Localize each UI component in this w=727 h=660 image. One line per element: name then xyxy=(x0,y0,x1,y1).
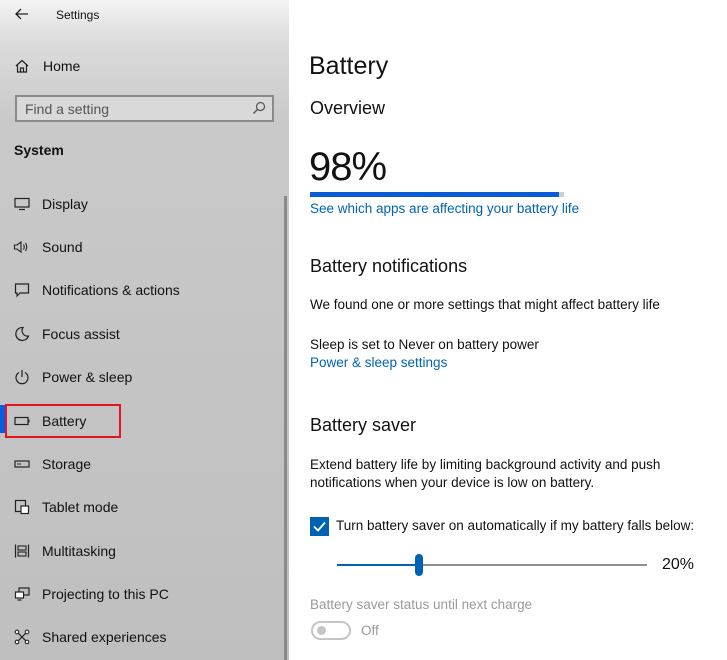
sidebar-item-label: Multitasking xyxy=(42,543,116,559)
sidebar-item-storage[interactable]: Storage xyxy=(0,446,289,482)
battery-saver-status-label: Battery saver status until next charge xyxy=(310,597,533,612)
sidebar-item-label: Tablet mode xyxy=(42,499,119,515)
overview-heading: Overview xyxy=(310,98,386,118)
notifications-message: We found one or more settings that might… xyxy=(310,297,660,312)
shared-experiences-icon xyxy=(13,628,31,646)
sidebar-item-label: Notifications & actions xyxy=(42,282,180,298)
home-icon xyxy=(14,58,30,74)
projecting-icon xyxy=(13,585,31,603)
section-title: System xyxy=(14,142,64,158)
sidebar-item-label: Shared experiences xyxy=(42,629,167,645)
app-title: Settings xyxy=(56,8,100,22)
slider-fill xyxy=(337,564,419,566)
sleep-setting-text: Sleep is set to Never on battery power xyxy=(310,337,539,352)
sidebar-item-shared-experiences[interactable]: Shared experiences xyxy=(0,619,289,655)
storage-icon xyxy=(13,455,31,473)
title-bar: Settings xyxy=(0,0,289,32)
toggle-knob xyxy=(317,626,326,635)
sidebar-scrollbar[interactable] xyxy=(284,196,287,660)
sidebar-item-projecting[interactable]: Projecting to this PC xyxy=(0,576,289,612)
sidebar-item-label: Projecting to this PC xyxy=(42,586,169,602)
battery-saver-threshold-slider[interactable] xyxy=(337,554,649,576)
sidebar-item-power-sleep[interactable]: Power & sleep xyxy=(0,359,289,395)
speaker-icon xyxy=(13,238,31,256)
sidebar-item-focus-assist[interactable]: Focus assist xyxy=(0,316,289,352)
multitasking-icon xyxy=(13,542,31,560)
battery-saver-auto-label: Turn battery saver on automatically if m… xyxy=(336,518,695,533)
battery-saver-description: Extend battery life by limiting backgrou… xyxy=(310,457,661,490)
power-icon xyxy=(13,368,31,386)
sidebar-item-display[interactable]: Display xyxy=(0,186,289,222)
notification-icon xyxy=(13,281,31,299)
sidebar-item-notifications[interactable]: Notifications & actions xyxy=(0,272,289,308)
page-title: Battery xyxy=(309,52,389,80)
checkmark-icon xyxy=(313,521,326,532)
sidebar-item-label: Power & sleep xyxy=(42,369,133,385)
search-box[interactable] xyxy=(15,95,274,122)
sidebar-item-label: Home xyxy=(43,58,81,74)
main-content: Battery Overview 98% See which apps are … xyxy=(289,0,727,660)
back-arrow-icon xyxy=(15,8,28,20)
sidebar-item-tablet-mode[interactable]: Tablet mode xyxy=(0,489,289,525)
battery-notifications-heading: Battery notifications xyxy=(310,256,468,276)
sidebar-item-label: Focus assist xyxy=(42,326,120,342)
back-button[interactable] xyxy=(14,6,30,24)
tablet-mode-icon xyxy=(13,498,31,516)
battery-saver-toggle[interactable] xyxy=(311,621,351,640)
sidebar-item-home[interactable]: Home xyxy=(0,52,289,82)
threshold-value: 20% xyxy=(662,556,695,573)
power-sleep-settings-link[interactable]: Power & sleep settings xyxy=(310,355,447,370)
battery-level-bar xyxy=(310,192,564,197)
sidebar-item-label: Storage xyxy=(42,456,92,472)
search-icon[interactable] xyxy=(251,100,267,116)
sidebar-item-label: Sound xyxy=(42,239,83,255)
moon-icon xyxy=(13,325,31,343)
monitor-icon xyxy=(13,195,31,213)
sidebar-item-multitasking[interactable]: Multitasking xyxy=(0,533,289,569)
search-input[interactable] xyxy=(17,97,242,120)
battery-saver-heading: Battery saver xyxy=(310,415,417,435)
sidebar-item-sound[interactable]: Sound xyxy=(0,229,289,265)
sidebar: Settings Home System Display Sound xyxy=(0,0,289,660)
battery-saver-auto-checkbox[interactable] xyxy=(310,517,329,536)
sidebar-item-label: Display xyxy=(42,196,88,212)
slider-thumb[interactable] xyxy=(415,554,423,576)
battery-percentage: 98% xyxy=(309,145,387,189)
apps-affecting-battery-link[interactable]: See which apps are affecting your batter… xyxy=(310,201,579,216)
battery-level-fill xyxy=(310,192,559,197)
highlight-box xyxy=(5,404,121,438)
toggle-state-label: Off xyxy=(361,623,379,638)
